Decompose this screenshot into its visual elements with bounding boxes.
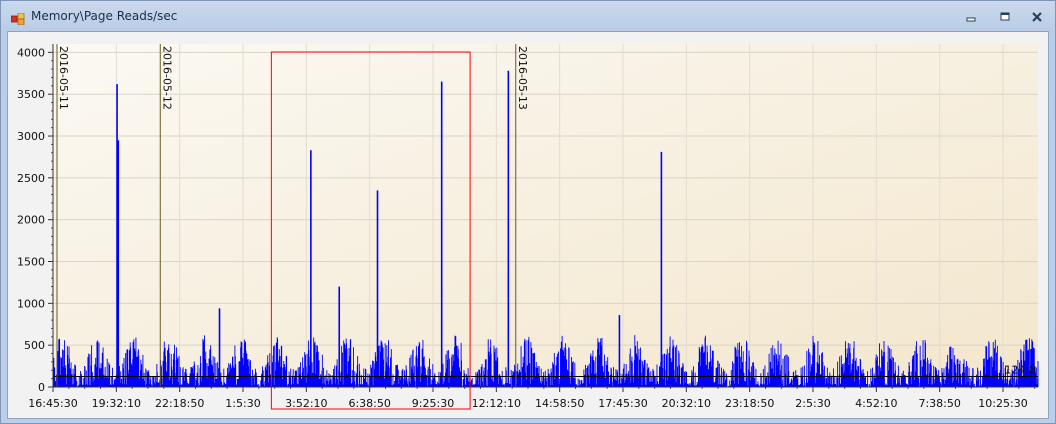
restore-button[interactable] (993, 8, 1017, 26)
x-tick-label: 4:52:10 (855, 397, 897, 410)
restore-icon (1000, 12, 1010, 21)
x-tick-label: 3:52:10 (285, 397, 327, 410)
threshold-label: 124.8 (1005, 364, 1037, 377)
x-tick-label: 16:45:30 (28, 397, 77, 410)
close-button[interactable] (1025, 8, 1049, 26)
x-tick-label: 17:45:30 (598, 397, 647, 410)
y-tick-label: 2000 (17, 214, 45, 227)
y-tick-label: 3000 (17, 130, 45, 143)
y-tick-label: 3500 (17, 88, 45, 101)
x-tick-label: 20:32:10 (662, 397, 711, 410)
x-tick-label: 19:32:10 (92, 397, 141, 410)
x-tick-label: 7:38:50 (918, 397, 960, 410)
x-tick-label: 9:25:30 (412, 397, 454, 410)
y-tick-label: 1000 (17, 297, 45, 310)
x-tick-label: 10:25:30 (978, 397, 1027, 410)
x-tick-label: 6:38:50 (348, 397, 390, 410)
minimize-button[interactable] (959, 8, 983, 26)
chart-app-icon (10, 10, 25, 26)
x-tick-label: 14:58:50 (535, 397, 584, 410)
y-tick-label: 4000 (17, 46, 45, 59)
close-icon (1032, 12, 1042, 22)
x-tick-label: 23:18:50 (725, 397, 774, 410)
minimize-icon (966, 17, 976, 22)
y-tick-label: 1500 (17, 256, 45, 269)
y-tick-label: 500 (24, 339, 45, 352)
y-tick-label: 0 (38, 381, 45, 394)
x-tick-label: 22:18:50 (155, 397, 204, 410)
y-tick-label: 2500 (17, 172, 45, 185)
chart[interactable]: 124.8 2016-05-11 2016-05-12 2016-05-13 0 500… (8, 32, 1048, 418)
x-tick-label: 1:5:30 (225, 397, 260, 410)
plot-background (53, 44, 1038, 387)
title-bar[interactable]: Memory\Page Reads/sec (1, 1, 1055, 31)
chart-window: Memory\Page Reads/sec 124.8 2016-05-11 2… (0, 0, 1056, 424)
window-title: Memory\Page Reads/sec (31, 9, 178, 23)
day-marker-label: 2016-05-12 (160, 46, 173, 110)
chart-area: 124.8 2016-05-11 2016-05-12 2016-05-13 0 500… (7, 31, 1049, 419)
day-marker-label: 2016-05-13 (516, 46, 529, 110)
x-tick-label: 2:5:30 (795, 397, 830, 410)
x-tick-label: 12:12:10 (472, 397, 521, 410)
day-marker-label: 2016-05-11 (57, 46, 70, 110)
